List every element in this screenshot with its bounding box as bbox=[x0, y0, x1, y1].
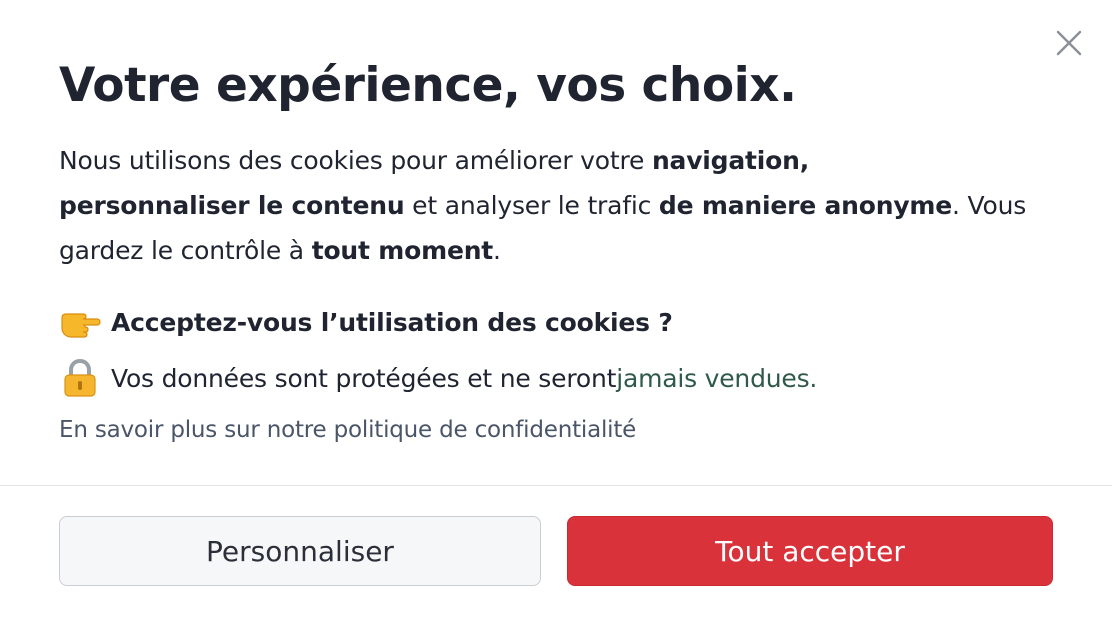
consent-question: Acceptez-vous l’utilisation des cookies … bbox=[59, 297, 1059, 347]
description-text: . bbox=[493, 236, 501, 265]
cookie-consent-dialog: Votre expérience, vos choix. Nous utilis… bbox=[0, 0, 1112, 624]
data-protection-note: Vos données sont protégées et ne seront … bbox=[59, 353, 1059, 403]
privacy-policy-link[interactable]: En savoir plus sur notre politique de co… bbox=[59, 417, 636, 443]
customize-button[interactable]: Personnaliser bbox=[59, 516, 541, 586]
description-emphasis: personnaliser le contenu bbox=[59, 191, 405, 220]
pointing-hand-icon bbox=[61, 313, 101, 338]
dialog-footer: Personnaliser Tout accepter bbox=[59, 516, 1053, 586]
description-emphasis: navigation, bbox=[651, 146, 810, 175]
description-text: Nous utilisons des cookies pour améliore… bbox=[59, 146, 652, 175]
dialog-title: Votre expérience, vos choix. bbox=[59, 58, 797, 113]
protection-accent-text: jamais vendues. bbox=[616, 363, 818, 393]
dialog-content: Votre expérience, vos choix. Nous utilis… bbox=[59, 50, 1059, 443]
protection-text: Vos données sont protégées et ne seront bbox=[111, 363, 617, 393]
footer-divider bbox=[0, 485, 1112, 486]
description-text: et analyser le trafic bbox=[404, 191, 659, 220]
cookie-description: Nous utilisons des cookies pour améliore… bbox=[59, 138, 1059, 273]
description-emphasis: tout moment bbox=[311, 236, 494, 265]
consent-question-text: Acceptez-vous l’utilisation des cookies … bbox=[111, 307, 673, 337]
lock-icon bbox=[64, 358, 96, 397]
description-emphasis: de maniere anonyme bbox=[658, 191, 953, 220]
accept-all-button[interactable]: Tout accepter bbox=[567, 516, 1053, 586]
